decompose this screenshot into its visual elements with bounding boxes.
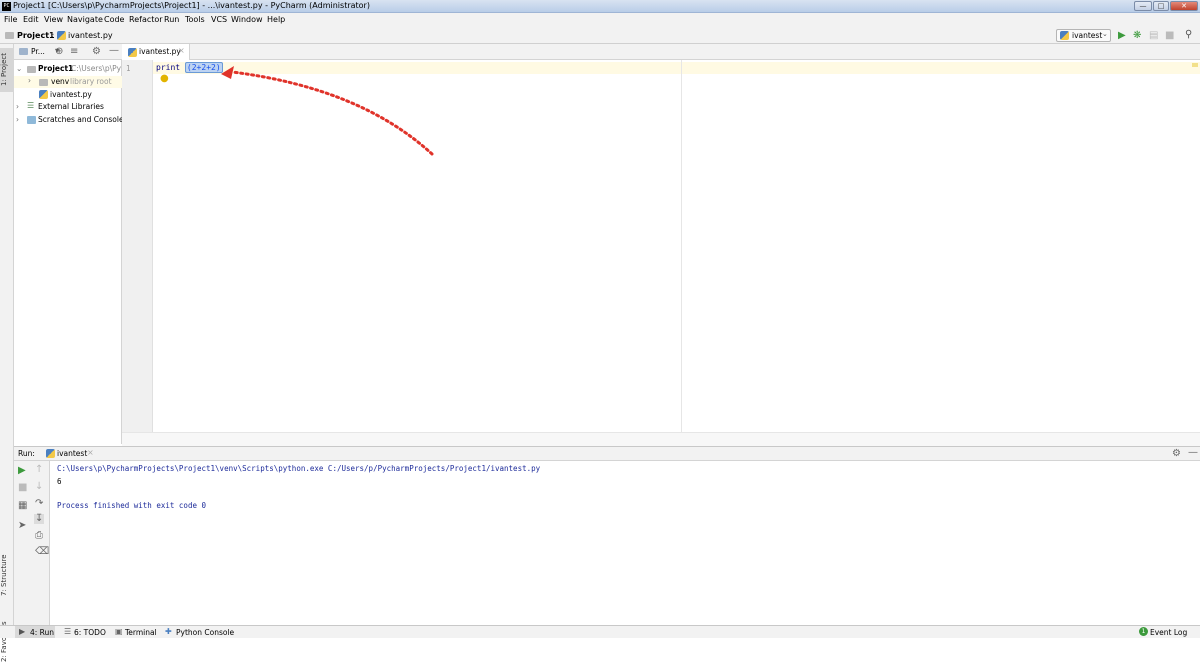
event-count-badge: 1 [1139, 627, 1148, 636]
trash-icon[interactable]: ⌫ [35, 547, 49, 557]
run-panel-header: Run: ivantest × ⚙ — [14, 446, 1200, 461]
run-icon: ▶ [19, 627, 26, 636]
todo-tool-tab[interactable]: 6: TODO [74, 628, 106, 637]
console-command: C:\Users\p\PycharmProjects\Project1\venv… [57, 464, 541, 473]
console-exit-message: Process finished with exit code 0 [57, 501, 207, 510]
console-output: 6 [57, 477, 62, 486]
run-tab-label: 4: Run [30, 628, 55, 637]
hide-panel-icon[interactable]: — [1188, 448, 1198, 458]
annotation-arrowhead [221, 66, 234, 79]
settings-gear-icon[interactable]: ⚙ [1172, 449, 1181, 459]
event-log-tab[interactable]: Event Log [1150, 628, 1187, 637]
scroll-to-end-icon[interactable]: ↧ [34, 514, 45, 524]
annotation-arrow-code [230, 70, 434, 156]
python-console-tool-tab[interactable]: Python Console [176, 628, 234, 637]
run-console[interactable]: C:\Users\p\PycharmProjects\Project1\venv… [50, 461, 1200, 625]
soft-wrap-icon[interactable]: ↷ [35, 499, 43, 509]
stop-icon[interactable]: ■ [18, 483, 27, 493]
scroll-up-icon[interactable]: ↑ [35, 465, 43, 475]
status-bar: ▶ 4: Run ☰ 6: TODO ▣ Terminal ✚ Python C… [0, 625, 1200, 638]
python-console-icon: ✚ [165, 627, 172, 636]
print-icon[interactable]: ⎙ [35, 531, 43, 541]
run-tab-label[interactable]: ivantest [57, 449, 87, 458]
layout-icon[interactable]: ▦ [18, 501, 27, 511]
scroll-down-icon[interactable]: ↓ [35, 482, 43, 492]
run-label: Run: [18, 449, 35, 458]
run-toolbar: ▶ ↑ ■ ↓ ▦ ↷ ↧ ➤ ⎙ ⌫ [14, 461, 50, 625]
terminal-icon: ▣ [115, 627, 123, 636]
pin-icon[interactable]: ➤ [18, 521, 26, 531]
run-tool-tab[interactable]: ▶ 4: Run [15, 626, 55, 638]
close-run-tab-icon[interactable]: × [87, 448, 94, 457]
python-icon [46, 449, 55, 458]
rerun-icon[interactable]: ▶ [18, 466, 26, 476]
terminal-tool-tab[interactable]: Terminal [125, 628, 157, 637]
todo-list-icon: ☰ [64, 627, 72, 636]
